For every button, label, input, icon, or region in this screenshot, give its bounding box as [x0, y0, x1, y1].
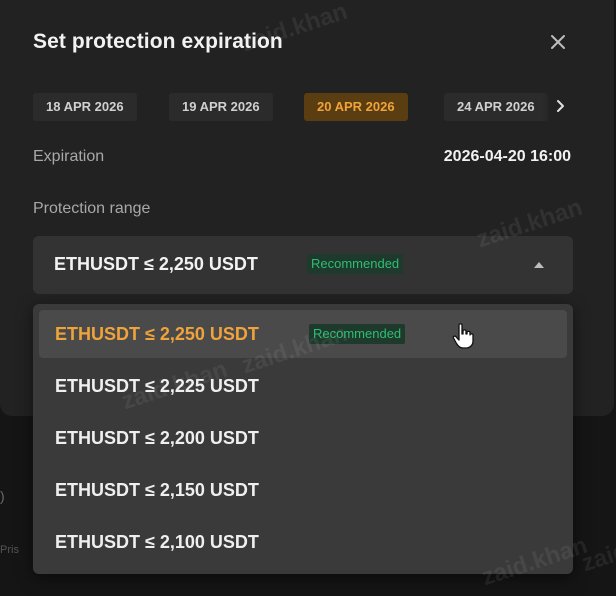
- caret-up-icon: [534, 262, 544, 268]
- option-2150[interactable]: ETHUSDT ≤ 2,150 USDT: [39, 466, 567, 514]
- option-2250[interactable]: ETHUSDT ≤ 2,250 USDT Recommended: [39, 310, 567, 358]
- option-label: ETHUSDT ≤ 2,225 USDT: [55, 376, 259, 396]
- date-tab-19-apr[interactable]: 19 APR 2026: [169, 93, 273, 121]
- select-value: ETHUSDT ≤ 2,250 USDT: [54, 254, 258, 274]
- expiration-label: Expiration: [33, 148, 105, 165]
- protection-range-label: Protection range: [33, 200, 151, 217]
- option-2225[interactable]: ETHUSDT ≤ 2,225 USDT: [39, 362, 567, 410]
- close-button[interactable]: [546, 30, 570, 54]
- background-text: ): [0, 488, 5, 504]
- option-2100[interactable]: ETHUSDT ≤ 2,100 USDT: [39, 518, 567, 566]
- date-tab-18-apr[interactable]: 18 APR 2026: [33, 93, 137, 121]
- option-label: ETHUSDT ≤ 2,250 USDT: [55, 324, 259, 344]
- hand-cursor-icon: [452, 323, 474, 349]
- dialog-title: Set protection expiration: [33, 30, 283, 53]
- date-tab-24-apr[interactable]: 24 APR 2026: [444, 93, 548, 121]
- option-2200[interactable]: ETHUSDT ≤ 2,200 USDT: [39, 414, 567, 462]
- expiration-value: 2026-04-20 16:00: [443, 148, 571, 165]
- date-tab-20-apr[interactable]: 20 APR 2026: [304, 93, 408, 121]
- protection-range-select[interactable]: ETHUSDT ≤ 2,250 USDT Recommended: [33, 236, 573, 294]
- background-text: Pris: [0, 544, 19, 556]
- date-tabs: 18 APR 2026 19 APR 2026 20 APR 2026 24 A…: [33, 93, 573, 121]
- close-icon: [551, 35, 565, 49]
- date-tabs-next-button[interactable]: [555, 96, 567, 116]
- protection-range-dropdown: ETHUSDT ≤ 2,250 USDT Recommended ETHUSDT…: [33, 304, 573, 574]
- option-label: ETHUSDT ≤ 2,150 USDT: [55, 480, 259, 500]
- option-label: ETHUSDT ≤ 2,200 USDT: [55, 428, 259, 448]
- recommended-badge: Recommended: [307, 254, 404, 274]
- recommended-badge: Recommended: [309, 324, 406, 344]
- chevron-right-icon: [557, 100, 564, 112]
- option-label: ETHUSDT ≤ 2,100 USDT: [55, 532, 259, 552]
